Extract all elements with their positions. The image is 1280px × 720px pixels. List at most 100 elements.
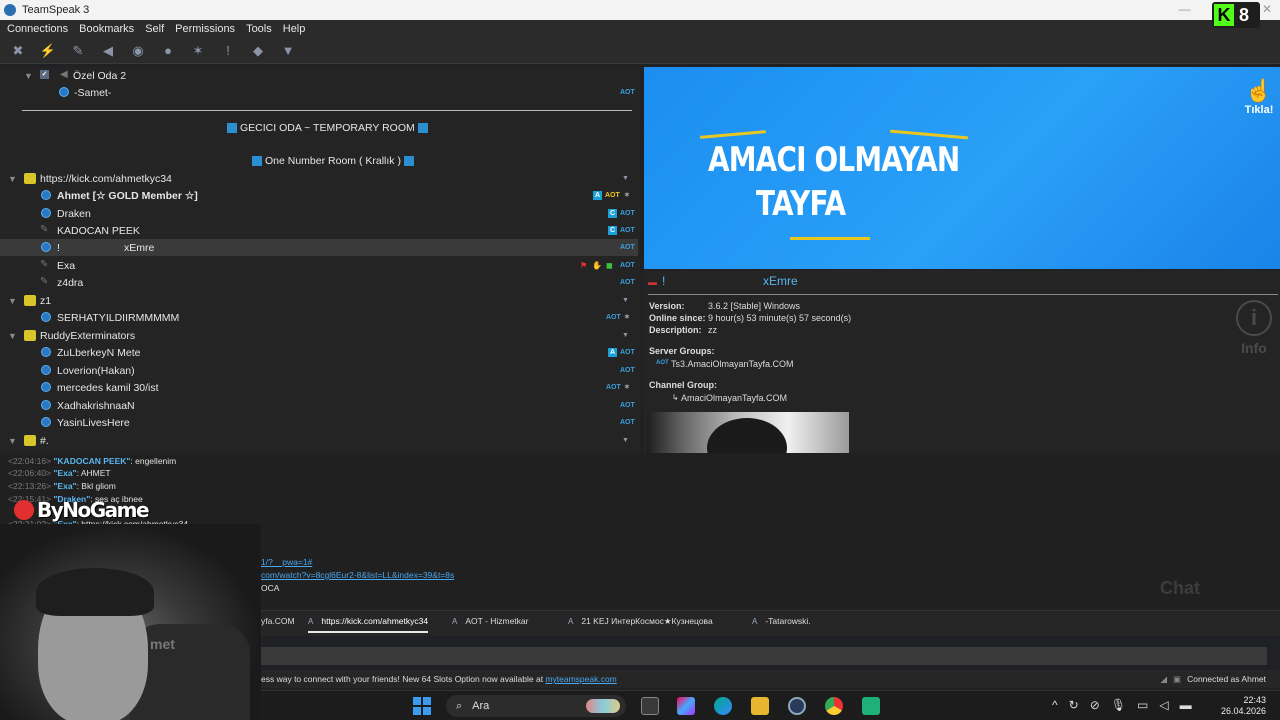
tree-user-zulberkeyn[interactable]: ZuLberkeyN Mete A AOT <box>0 344 638 361</box>
file-explorer-icon[interactable] <box>751 697 769 715</box>
task-view-icon[interactable] <box>641 697 659 715</box>
connect-icon[interactable]: ⚡ <box>38 41 58 61</box>
server-groups-key: Server Groups: <box>649 346 715 356</box>
kick-overlay-count: 8 <box>1239 4 1250 25</box>
tree-user-draken[interactable]: Draken C AOT <box>0 205 638 222</box>
mute-microphone-icon[interactable]: ✎ <box>68 41 88 61</box>
network-icon[interactable]: ▭ <box>1137 698 1148 712</box>
network-icon: ◢ <box>1160 674 1168 684</box>
user-status-icon <box>41 400 51 410</box>
teamspeak-taskbar-icon[interactable] <box>788 697 806 715</box>
tree-user-ahmet[interactable]: Ahmet [☆ GOLD Member ☆] A AOT ✶ <box>0 187 638 204</box>
tree-channel-ozel-oda-2[interactable]: ▼ ✓ ◀ Özel Oda 2 <box>0 67 638 84</box>
version-key: Version: <box>649 301 685 311</box>
user-status-icon <box>41 365 51 375</box>
expand-arrow-icon[interactable]: ▼ <box>8 296 17 306</box>
tree-user-serhat[interactable]: SERHATYILDIIRMMMMM AOT ✶ <box>0 309 638 326</box>
tab-icon: A <box>452 617 458 626</box>
subscribe-icon[interactable]: ◉ <box>128 41 148 61</box>
channel-icon <box>24 330 36 341</box>
chat-link-text[interactable]: com/watch?v=8cgl6Eur2-8&list=LL&index=39… <box>261 570 454 580</box>
app-icon[interactable] <box>862 697 880 715</box>
user-icon[interactable]: ● <box>158 41 178 61</box>
server-tab[interactable]: A AOT - Hizmetkar <box>452 616 528 626</box>
disconnect-icon[interactable]: ✖ <box>8 41 28 61</box>
user-label: ZuLberkeyN Mete <box>57 346 141 359</box>
spacer-one-number-room[interactable]: One Number Room ( Krallık ) <box>249 155 417 167</box>
server-tab-active[interactable]: Ahttps://kick.com/ahmetkyc34 <box>308 616 429 633</box>
tree-channel-z1[interactable]: ▼ z1 ▼ <box>0 292 638 309</box>
close-icon[interactable]: ✕ <box>1262 2 1272 16</box>
tree-user-samet[interactable]: -Samet- AOT <box>0 84 638 101</box>
whisper-icon[interactable]: ◆ <box>248 41 268 61</box>
info-watermark: i Info <box>1232 300 1276 356</box>
chat-link[interactable]: 1/?__pwa=1# <box>261 557 312 567</box>
tree-channel-ruddy[interactable]: ▼ RuddyExterminators ▼ <box>0 327 638 344</box>
tree-user-yasinliveshere[interactable]: YasinLivesHere AOT <box>0 414 638 431</box>
poke-icon[interactable]: ! <box>218 41 238 61</box>
click-label: Tıkla! <box>1244 104 1274 116</box>
menu-permissions[interactable]: Permissions <box>175 23 235 35</box>
taskbar-clock[interactable]: 22:43 26.04.2026 <box>1221 695 1266 717</box>
mute-speakers-icon[interactable]: ◀ <box>98 41 118 61</box>
menu-bookmarks[interactable]: Bookmarks <box>79 23 134 35</box>
tree-user-exa[interactable]: ✎ Exa ⚑ ✋ ◼ AOT <box>0 257 638 274</box>
spacer-line <box>22 110 632 111</box>
client-name: xEmre <box>763 274 798 288</box>
start-icon[interactable] <box>413 697 431 715</box>
minimize-icon[interactable]: — <box>1179 2 1191 16</box>
expand-arrow-icon[interactable]: ▼ <box>24 71 33 81</box>
channel-label: z1 <box>40 294 52 307</box>
tree-user-mercedes[interactable]: mercedes kamil 30/ist AOT ✶ <box>0 379 638 396</box>
notifications-off-icon[interactable]: ⊘ <box>1090 698 1100 712</box>
tree-user-kadocan[interactable]: ✎ KADOCAN PEEK C AOT <box>0 222 638 239</box>
teamspeak-app-icon <box>4 4 16 16</box>
tree-user-loverion[interactable]: Loverion(Hakan) AOT <box>0 362 638 379</box>
chrome-icon[interactable] <box>825 697 843 715</box>
away-icon[interactable]: ✶ <box>188 41 208 61</box>
chat-link-text[interactable]: 1/?__pwa=1# <box>261 557 312 567</box>
aot-badge: AOT <box>606 384 621 391</box>
expand-arrow-icon[interactable]: ▼ <box>8 436 17 446</box>
menu-connections[interactable]: Connections <box>7 23 68 35</box>
microphone-icon[interactable]: 🎙 <box>1111 698 1126 712</box>
aot-badge: AOT <box>605 192 620 199</box>
menu-help[interactable]: Help <box>283 23 306 35</box>
channel-admin-badge: C <box>608 209 617 218</box>
search-highlight-icon[interactable] <box>586 699 620 713</box>
myteamspeak-link[interactable]: myteamspeak.com <box>545 674 616 684</box>
tree-channel-kick[interactable]: ▼ https://kick.com/ahmetkyc34 ▼ <box>0 170 638 187</box>
spacer-icon <box>227 123 237 134</box>
spacer-temporary-room[interactable]: GECICI ODA ~ TEMPORARY ROOM <box>224 122 431 134</box>
server-group-value: Ts3.AmaciOlmayanTayfa.COM <box>671 359 794 369</box>
chat-line: <22:06:40> "Exa": AHMET <box>8 468 111 478</box>
expand-arrow-icon[interactable]: ▼ <box>8 174 17 184</box>
tree-channel-hash[interactable]: ▼ #. ▼ <box>0 432 638 449</box>
menu-self[interactable]: Self <box>145 23 164 35</box>
sync-icon[interactable]: ↻ <box>1069 698 1079 712</box>
copilot-icon[interactable] <box>677 697 695 715</box>
chat-input[interactable] <box>261 647 1267 665</box>
aot-badge: AOT <box>620 262 635 269</box>
battery-icon[interactable]: ▬ <box>1180 698 1192 712</box>
menu-tools[interactable]: Tools <box>246 23 272 35</box>
muted-icon: ✎ <box>40 276 49 287</box>
aot-badge: AOT <box>620 279 635 286</box>
banner-click-button[interactable]: ☝ Tıkla! <box>1244 78 1274 116</box>
channel-commander-icon[interactable]: ▼ <box>278 41 298 61</box>
expand-arrow-icon[interactable]: ▼ <box>8 331 17 341</box>
admin-badge: A <box>608 348 617 357</box>
menu-bar: Connections Bookmarks Self Permissions T… <box>0 20 1280 38</box>
tree-user-xemre[interactable]: ! xEmre AOT <box>0 239 638 256</box>
channel-label: #. <box>40 434 49 447</box>
volume-icon[interactable]: ◁ <box>1159 698 1168 712</box>
server-tab[interactable]: A -Tatarowski. <box>752 616 811 626</box>
tree-user-xadhakrishnaan[interactable]: XadhakrishnaaN AOT <box>0 397 638 414</box>
chat-link[interactable]: com/watch?v=8cgl6Eur2-8&list=LL&index=39… <box>261 570 454 580</box>
channel-tree[interactable]: ▼ ✓ ◀ Özel Oda 2 -Samet- AOT GECICI ODA … <box>0 67 640 453</box>
server-tab[interactable]: yfa.COM <box>261 616 295 626</box>
chevron-up-icon[interactable]: ^ <box>1052 698 1058 712</box>
tree-user-z4dra[interactable]: ✎ z4dra AOT <box>0 274 638 291</box>
server-tab[interactable]: A 21 KEJ ИнтерКосмос★Кузнецова <box>568 616 713 627</box>
edge-icon[interactable] <box>714 697 732 715</box>
